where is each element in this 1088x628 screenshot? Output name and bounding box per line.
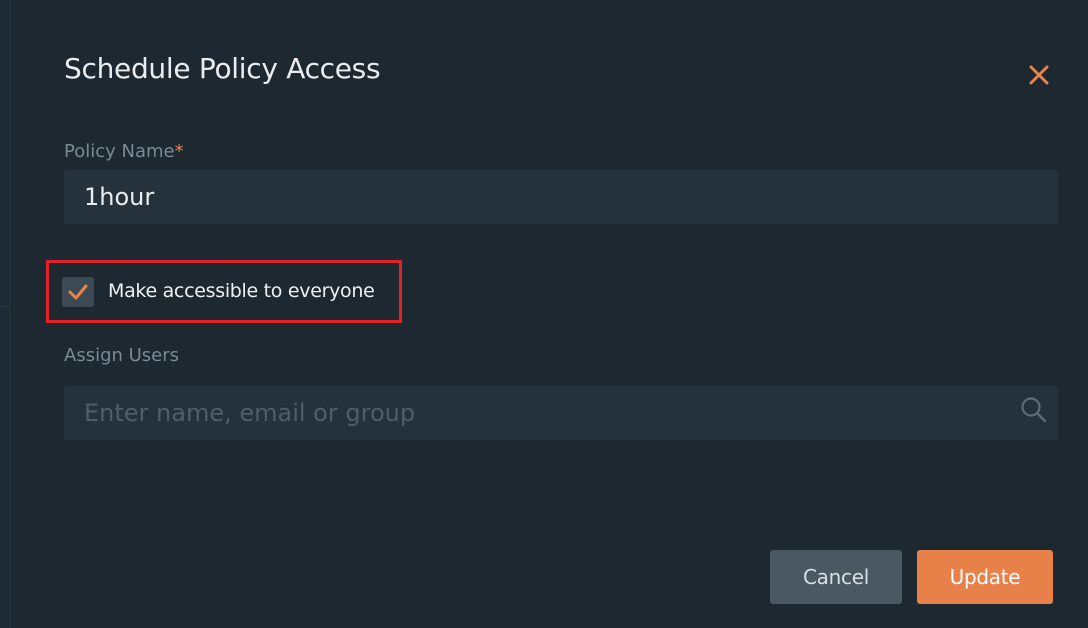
- required-marker: *: [174, 141, 184, 162]
- checkmark-icon: [68, 284, 88, 300]
- schedule-policy-access-dialog: Schedule Policy Access Policy Name* Make…: [12, 0, 1088, 628]
- assign-users-input[interactable]: [64, 386, 1058, 440]
- dialog-title: Schedule Policy Access: [64, 52, 381, 85]
- make-accessible-checkbox[interactable]: [62, 277, 94, 307]
- update-button[interactable]: Update: [917, 550, 1053, 604]
- background-divider: [0, 306, 10, 307]
- assign-users-label: Assign Users: [64, 345, 180, 366]
- cancel-button[interactable]: Cancel: [770, 550, 902, 604]
- policy-name-label: Policy Name*: [64, 141, 184, 162]
- search-icon[interactable]: [1019, 395, 1049, 425]
- make-accessible-label[interactable]: Make accessible to everyone: [108, 280, 375, 302]
- policy-name-label-text: Policy Name: [64, 141, 175, 162]
- close-button[interactable]: [1024, 60, 1054, 90]
- policy-name-input[interactable]: [64, 170, 1058, 224]
- close-icon: [1029, 65, 1049, 85]
- background-panel-edge: [0, 0, 11, 628]
